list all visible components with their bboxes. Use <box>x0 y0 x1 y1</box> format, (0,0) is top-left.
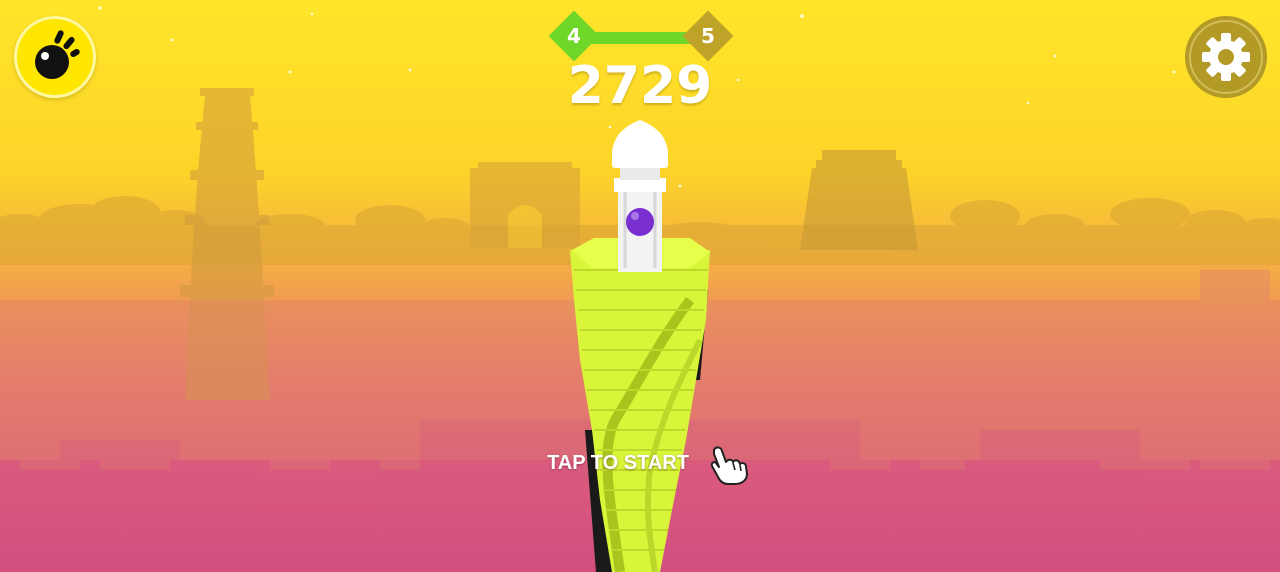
tap-to-start-text[interactable]: TAP TO START <box>530 452 706 475</box>
player-ball <box>626 208 654 236</box>
gate-silhouette <box>470 162 580 248</box>
minaret <box>612 120 668 272</box>
level-current-number: 4 <box>567 24 581 48</box>
tap-hand-icon <box>710 446 748 485</box>
bonus-button[interactable] <box>14 16 96 98</box>
game-screen[interactable]: 4 5 2729 TAP TO START <box>0 0 1280 572</box>
level-next-number: 5 <box>701 24 715 48</box>
gear-icon <box>1189 20 1263 94</box>
ball-bonus-icon <box>35 30 80 79</box>
score-counter: 2729 <box>567 56 713 116</box>
temple-silhouette <box>800 150 918 250</box>
settings-button[interactable] <box>1185 16 1267 98</box>
